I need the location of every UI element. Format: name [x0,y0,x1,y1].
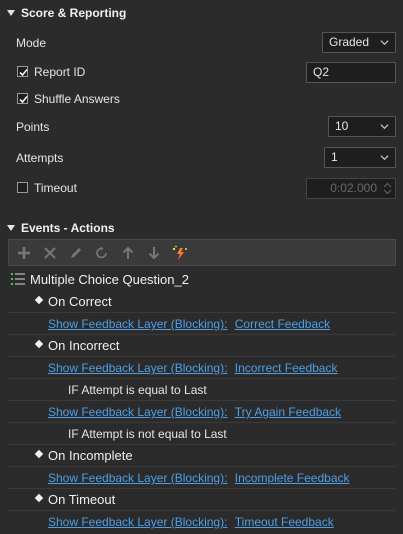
chevron-down-icon [380,40,389,46]
condition-row[interactable]: IF Attempt is equal to Last [68,383,207,397]
edit-icon[interactable] [66,243,86,263]
divider [8,422,396,423]
attempts-select[interactable]: 1 [324,147,396,168]
mode-value: Graded [329,35,370,49]
mode-select[interactable]: Graded [322,32,396,53]
action-row[interactable]: Show Feedback Layer (Blocking): Correct … [48,317,330,331]
action-type-link[interactable]: Show Feedback Layer (Blocking): [48,405,227,419]
refresh-icon[interactable] [92,243,112,263]
divider [8,466,396,467]
magic-icon[interactable] [170,243,190,263]
report-id-checkbox[interactable] [17,66,28,77]
events-toolbar [8,239,396,266]
action-row[interactable]: Show Feedback Layer (Blocking): Incomple… [48,471,350,485]
divider [8,488,396,489]
event-diamond-icon [34,295,44,305]
attempts-value: 1 [331,150,338,164]
timeout-input: 0:02.000 [306,178,396,199]
report-id-label: Report ID [34,65,86,79]
attempts-label: Attempts [16,151,64,165]
shuffle-answers-label: Shuffle Answers [34,92,120,106]
shuffle-answers-checkbox[interactable] [17,93,28,104]
spinner-arrows-icon [383,182,392,195]
score-reporting-title: Score & Reporting [21,6,127,20]
timeout-checkbox[interactable] [17,182,28,193]
timeout-value: 0:02.000 [330,181,377,195]
event-on-timeout[interactable]: On Timeout [48,492,115,507]
collapse-triangle-icon[interactable] [7,10,15,16]
divider [8,312,396,313]
chevron-down-icon [380,155,389,161]
action-row[interactable]: Show Feedback Layer (Blocking): Try Agai… [48,405,341,419]
action-target-link[interactable]: Try Again Feedback [235,405,341,419]
list-tree-icon [10,272,26,289]
event-diamond-icon [34,339,44,349]
event-diamond-icon [34,449,44,459]
divider [8,378,396,379]
events-actions-title: Events - Actions [21,221,115,235]
condition-row[interactable]: IF Attempt is not equal to Last [68,427,227,441]
checkmark-icon [19,68,28,77]
move-up-icon[interactable] [118,243,138,263]
object-name[interactable]: Multiple Choice Question_2 [30,272,189,287]
action-row[interactable]: Show Feedback Layer (Blocking): Timeout … [48,515,334,529]
action-type-link[interactable]: Show Feedback Layer (Blocking): [48,361,227,375]
points-label: Points [16,120,50,134]
action-type-link[interactable]: Show Feedback Layer (Blocking): [48,471,227,485]
event-on-incomplete[interactable]: On Incomplete [48,448,133,463]
action-target-link[interactable]: Correct Feedback [235,317,330,331]
action-type-link[interactable]: Show Feedback Layer (Blocking): [48,317,227,331]
events-actions-header[interactable]: Events - Actions [7,221,115,235]
event-diamond-icon [34,493,44,503]
event-on-correct[interactable]: On Correct [48,294,112,309]
action-type-link[interactable]: Show Feedback Layer (Blocking): [48,515,227,529]
divider [8,444,396,445]
delete-icon[interactable] [40,243,60,263]
move-down-icon[interactable] [144,243,164,263]
action-target-link[interactable]: Incorrect Feedback [235,361,338,375]
divider [8,356,396,357]
divider [8,400,396,401]
score-reporting-header[interactable]: Score & Reporting [7,6,126,20]
action-target-link[interactable]: Timeout Feedback [235,515,334,529]
event-on-incorrect[interactable]: On Incorrect [48,338,120,353]
timeout-label: Timeout [34,181,77,195]
divider [8,334,396,335]
action-target-link[interactable]: Incomplete Feedback [235,471,350,485]
add-icon[interactable] [14,243,34,263]
points-select[interactable]: 10 [328,116,396,137]
collapse-triangle-icon[interactable] [7,225,15,231]
points-value: 10 [335,119,349,133]
action-row[interactable]: Show Feedback Layer (Blocking): Incorrec… [48,361,337,375]
report-id-input[interactable]: Q2 [306,62,396,83]
divider [8,510,396,511]
checkmark-icon [19,95,28,104]
chevron-down-icon [380,124,389,130]
mode-label: Mode [16,36,47,50]
